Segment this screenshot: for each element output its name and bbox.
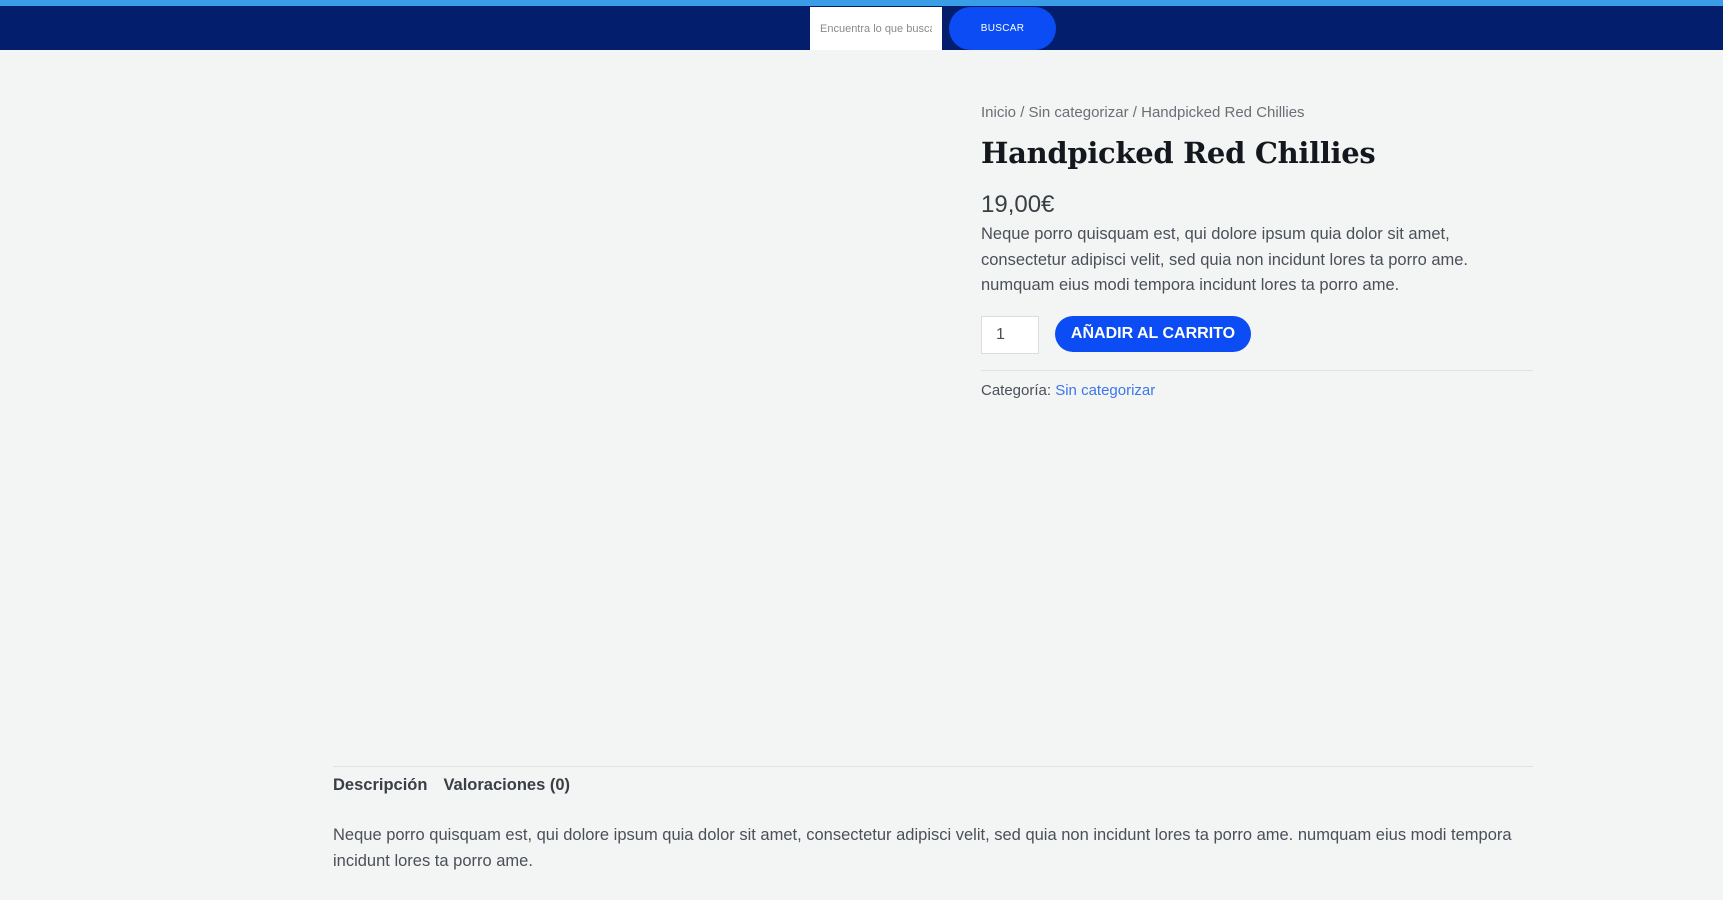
breadcrumb-home-link[interactable]: Inicio [981, 104, 1016, 121]
quantity-input[interactable] [981, 316, 1039, 354]
product-title: Handpicked Red Chillies [981, 136, 1376, 170]
add-to-cart-button[interactable]: AÑADIR AL CARRITO [1055, 316, 1251, 352]
breadcrumb: Inicio / Sin categorizar / Handpicked Re… [981, 104, 1305, 121]
breadcrumb-category-link[interactable]: Sin categorizar [1029, 104, 1129, 121]
product-long-description: Neque porro quisquam est, qui dolore ips… [333, 826, 1512, 870]
product-price: 19,00€ [981, 191, 1055, 218]
product-short-description: Neque porro quisquam est, qui dolore ips… [981, 225, 1469, 294]
product-category: Categoría: Sin categorizar [981, 382, 1155, 399]
tab-description[interactable]: Descripción [333, 776, 427, 795]
tab-reviews[interactable]: Valoraciones (0) [443, 776, 570, 795]
breadcrumb-current: Handpicked Red Chillies [1141, 104, 1305, 121]
category-link[interactable]: Sin categorizar [1055, 382, 1155, 399]
product-tabs: Descripción Valoraciones (0) [333, 776, 570, 795]
meta-divider [981, 370, 1533, 371]
breadcrumb-separator: / [1132, 104, 1137, 121]
category-label: Categoría: [981, 382, 1052, 399]
search-input[interactable] [810, 7, 942, 50]
tabs-divider [333, 766, 1533, 767]
breadcrumb-separator: / [1020, 104, 1025, 121]
search-button[interactable]: BUSCAR [949, 7, 1056, 50]
